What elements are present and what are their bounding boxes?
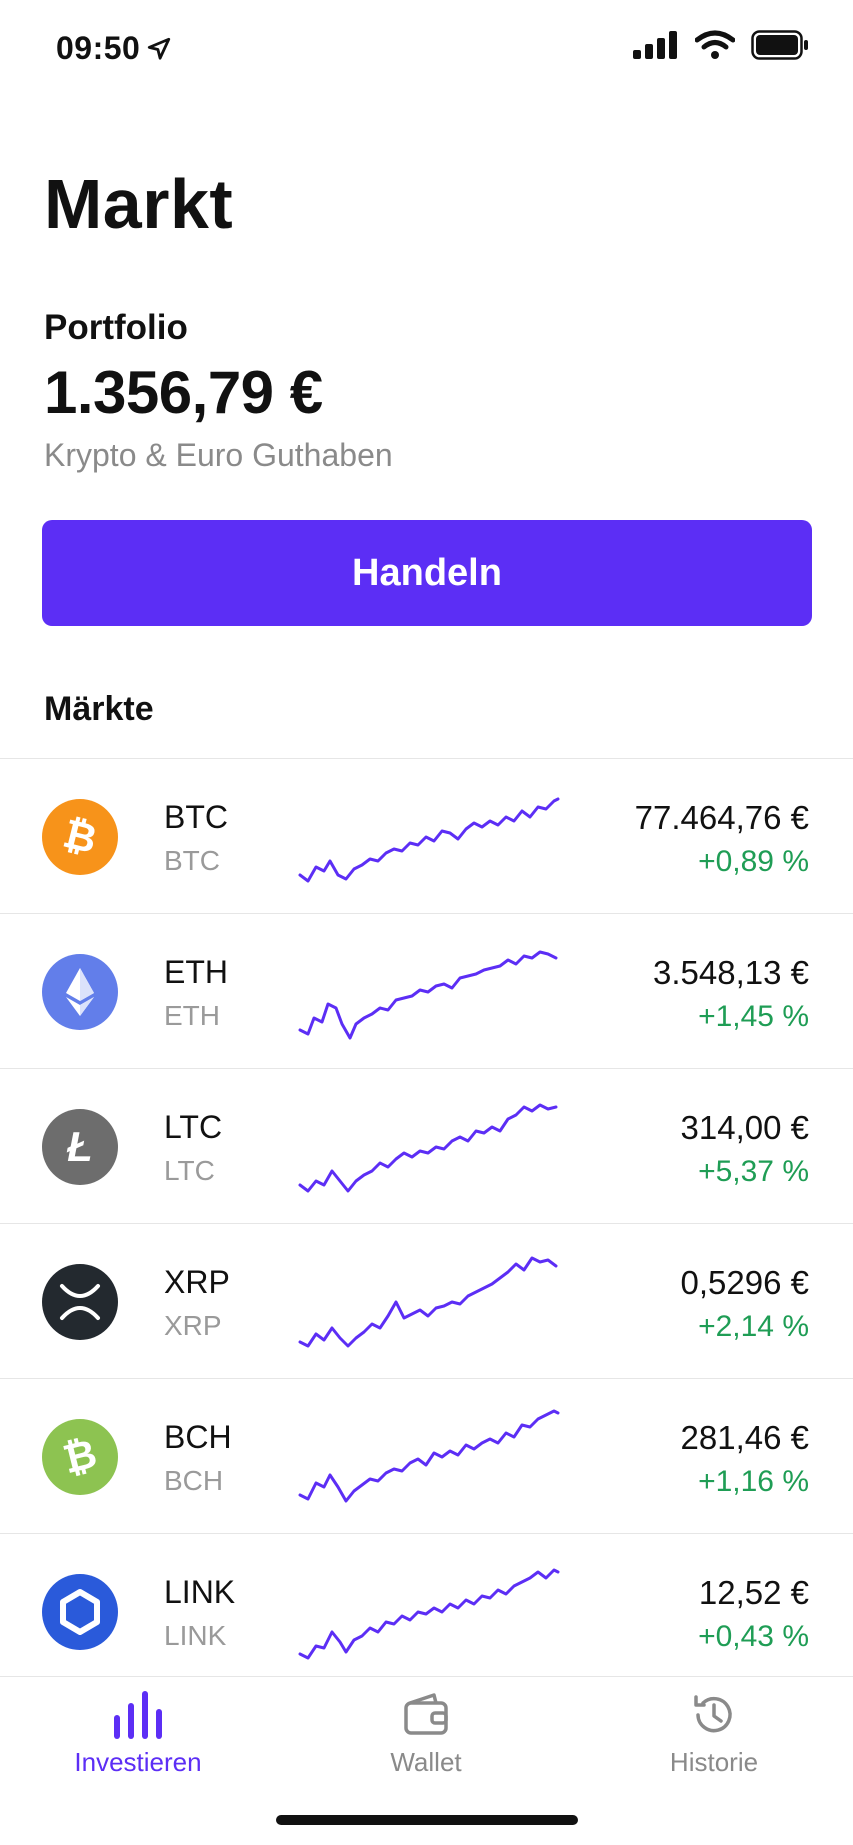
coin-ticker: XRP	[164, 1310, 222, 1341]
markets-heading: Märkte	[44, 690, 154, 728]
coin-price: 12,52 €	[698, 1574, 809, 1611]
market-row-btc[interactable]: ₿ BTC BTC 77.464,76 € +0,89 %	[0, 759, 853, 914]
battery-icon	[751, 30, 808, 60]
ethereum-icon	[42, 954, 118, 1030]
coin-change: +1,45 %	[698, 1000, 809, 1033]
tab-wallet[interactable]: Wallet	[316, 1691, 536, 1801]
market-row-eth[interactable]: ETH ETH 3.548,13 € +1,45 %	[0, 914, 853, 1069]
chainlink-icon	[42, 1574, 118, 1650]
market-row-link[interactable]: LINK LINK 12,52 € +0,43 %	[0, 1534, 853, 1689]
portfolio-value: 1.356,79 €	[44, 359, 323, 426]
coin-price: 3.548,13 €	[653, 954, 809, 991]
location-arrow-icon	[148, 37, 171, 60]
wallet-icon	[404, 1693, 448, 1735]
page-title: Markt	[44, 165, 234, 243]
sparkline-chart	[298, 1256, 558, 1348]
market-row-ltc[interactable]: Ł LTC LTC 314,00 € +5,37 %	[0, 1069, 853, 1224]
svg-text:₿: ₿	[59, 1432, 101, 1483]
status-time-text: 09:50	[56, 30, 141, 66]
sparkline-chart	[298, 950, 558, 1040]
status-icons	[633, 30, 809, 60]
portfolio-label: Portfolio	[44, 308, 188, 347]
tab-label: Wallet	[390, 1747, 462, 1777]
coin-name: BTC	[164, 799, 228, 835]
bitcoin-icon: ₿	[42, 799, 118, 875]
coin-price: 314,00 €	[680, 1109, 809, 1146]
bitcoin-cash-icon: ₿	[42, 1419, 118, 1495]
trade-button[interactable]: Handeln	[42, 520, 812, 626]
portfolio-subtitle: Krypto & Euro Guthaben	[44, 437, 393, 473]
sparkline-chart	[298, 1409, 560, 1503]
coin-change: +2,14 %	[698, 1310, 809, 1343]
coin-change: +5,37 %	[698, 1155, 809, 1188]
bar-chart-icon	[114, 1691, 162, 1739]
litecoin-icon: Ł	[42, 1109, 118, 1185]
coin-name: ETH	[164, 954, 228, 990]
tab-label: Investieren	[74, 1747, 202, 1777]
coin-name: XRP	[164, 1264, 230, 1300]
coin-name: LINK	[164, 1574, 236, 1610]
coin-ticker: ETH	[164, 1000, 220, 1031]
coin-price: 77.464,76 €	[634, 799, 809, 836]
tab-label: Historie	[669, 1747, 759, 1777]
coin-name: BCH	[164, 1419, 232, 1455]
wifi-icon	[695, 30, 735, 59]
coin-change: +0,89 %	[698, 845, 809, 878]
svg-text:₿: ₿	[59, 812, 101, 863]
market-row-xrp[interactable]: XRP XRP 0,5296 € +2,14 %	[0, 1224, 853, 1379]
status-bar: 09:50	[0, 0, 853, 100]
coin-change: +1,16 %	[698, 1465, 809, 1498]
coin-ticker: LINK	[164, 1620, 227, 1651]
svg-text:Ł: Ł	[66, 1123, 93, 1170]
tab-historie[interactable]: Historie	[604, 1691, 824, 1801]
coin-ticker: BCH	[164, 1465, 224, 1496]
coin-name: LTC	[164, 1109, 223, 1145]
market-row-bch[interactable]: ₿ BCH BCH 281,46 € +1,16 %	[0, 1379, 853, 1534]
home-indicator	[276, 1815, 578, 1825]
coin-price: 281,46 €	[680, 1419, 809, 1456]
sparkline-chart	[298, 797, 560, 883]
signal-icon	[633, 31, 677, 59]
sparkline-chart	[298, 1103, 558, 1193]
xrp-icon	[42, 1264, 118, 1340]
history-icon	[694, 1695, 732, 1733]
coin-ticker: BTC	[164, 845, 220, 876]
status-time: 09:50	[56, 30, 172, 67]
coin-ticker: LTC	[164, 1155, 215, 1186]
coin-price: 0,5296 €	[680, 1264, 809, 1301]
tab-investieren[interactable]: Investieren	[28, 1691, 248, 1801]
markets-list: ₿ BTC BTC 77.464,76 € +0,89 % ETH ETH 3.…	[0, 758, 853, 1689]
coin-change: +0,43 %	[698, 1620, 809, 1653]
sparkline-chart	[298, 1568, 560, 1660]
